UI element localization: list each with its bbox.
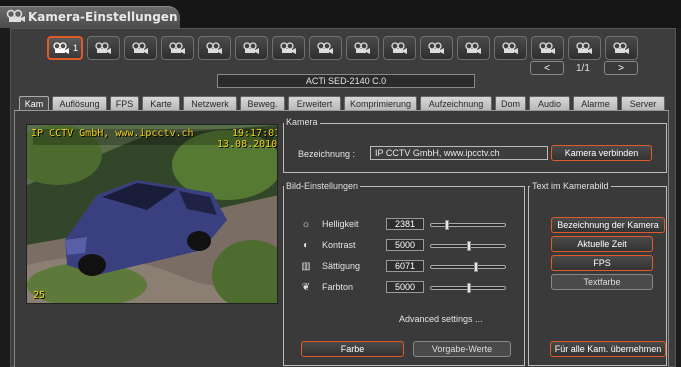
camera-icon <box>168 42 185 54</box>
video-preview: IP CCTV GmbH, www.ipcctv.ch 19:17:01 13.… <box>26 124 278 304</box>
camera-icon <box>390 42 407 54</box>
camera-icon <box>464 42 481 54</box>
name-label: Bezeichnung : <box>298 149 356 159</box>
setting-slider[interactable] <box>430 220 506 230</box>
camera-icon <box>242 42 259 54</box>
camera-button[interactable] <box>568 36 601 60</box>
camera-settings-icon <box>6 9 25 22</box>
camera-number: 1 <box>72 43 78 53</box>
brightness-icon: ☼ <box>301 218 311 230</box>
slider-thumb[interactable] <box>467 283 471 293</box>
current-time-toggle[interactable]: Aktuelle Zeit <box>551 236 653 252</box>
camera-icon <box>427 42 444 54</box>
name-input[interactable]: IP CCTV GmbH, www.ipcctv.ch <box>370 146 548 160</box>
setting-slider[interactable] <box>430 241 506 251</box>
camera-button[interactable] <box>346 36 379 60</box>
camera-button[interactable] <box>605 36 638 60</box>
camera-button[interactable] <box>198 36 231 60</box>
camera-button[interactable] <box>420 36 453 60</box>
camera-button[interactable] <box>124 36 157 60</box>
camera-icon <box>279 42 296 54</box>
camera-button-active[interactable]: 1 <box>47 36 83 60</box>
next-page-button[interactable]: > <box>604 61 638 75</box>
camera-model: ACTi SED-2140 C.0 <box>217 74 475 88</box>
tab-12[interactable]: Server <box>621 96 665 110</box>
contrast-icon: ◐ <box>302 239 310 251</box>
slider-thumb[interactable] <box>467 241 471 251</box>
color-button[interactable]: Farbe <box>301 341 404 357</box>
tab-11[interactable]: Alarme <box>573 96 618 110</box>
window-title: Kamera-Einstellungen <box>28 10 178 24</box>
camera-icon <box>131 42 148 54</box>
setting-value[interactable]: 2381 <box>386 218 424 230</box>
camera-button[interactable] <box>383 36 416 60</box>
tab-3[interactable]: Karte <box>142 96 180 110</box>
setting-label: Farbton <box>322 282 354 292</box>
tab-2[interactable]: FPS <box>110 96 139 110</box>
setting-value[interactable]: 5000 <box>386 281 424 293</box>
camera-button[interactable] <box>494 36 527 60</box>
text-overlay-group-label: Text im Kamerabild <box>530 181 611 191</box>
tab-7[interactable]: Komprimierung <box>344 96 417 110</box>
tab-10[interactable]: Audio <box>529 96 570 110</box>
osd-text: IP CCTV GmbH, www.ipcctv.ch <box>31 128 194 139</box>
kamera-group-label: Kamera <box>284 117 320 127</box>
camera-button[interactable] <box>161 36 194 60</box>
saturation-icon: ▥ <box>301 260 311 272</box>
camera-icon <box>501 42 518 54</box>
text-color-button[interactable]: Textfarbe <box>551 274 653 290</box>
osd-fps: 25 <box>33 290 46 301</box>
camera-button[interactable] <box>272 36 305 60</box>
camera-icon <box>612 42 629 54</box>
camera-selector: 1 <box>47 36 647 62</box>
camera-icon <box>94 42 111 54</box>
advanced-settings-link[interactable]: Advanced settings ... <box>399 314 483 324</box>
camera-icon <box>353 42 370 54</box>
setting-label: Helligkeit <box>322 219 359 229</box>
tab-9[interactable]: Dom <box>495 96 526 110</box>
tab-6[interactable]: Erweitert <box>288 96 341 110</box>
fps-toggle[interactable]: FPS <box>551 255 653 271</box>
camera-icon <box>575 42 592 54</box>
setting-label: Kontrast <box>322 240 356 250</box>
tab-1[interactable]: Auflösung <box>52 96 107 110</box>
setting-value[interactable]: 5000 <box>386 239 424 251</box>
setting-value[interactable]: 6071 <box>386 260 424 272</box>
camera-button[interactable] <box>531 36 564 60</box>
camera-icon <box>205 42 222 54</box>
page-indicator: 1/1 <box>576 63 590 74</box>
camera-icon <box>538 42 555 54</box>
camera-button[interactable] <box>235 36 268 60</box>
default-values-button[interactable]: Vorgabe-Werte <box>413 341 511 357</box>
setting-label: Sättigung <box>322 261 361 271</box>
camera-button[interactable] <box>309 36 342 60</box>
connect-camera-button[interactable]: Kamera verbinden <box>551 145 652 161</box>
camera-icon <box>53 42 69 54</box>
apply-all-cameras-button[interactable]: Für alle Kam. übernehmen <box>550 341 666 357</box>
camera-button[interactable] <box>87 36 120 60</box>
slider-thumb[interactable] <box>445 220 449 230</box>
camera-button[interactable] <box>457 36 490 60</box>
prev-page-button[interactable]: < <box>530 61 564 75</box>
tab-8[interactable]: Aufzeichnung <box>420 96 492 110</box>
camera-icon <box>316 42 333 54</box>
hue-icon: ❦ <box>301 281 311 293</box>
camera-image <box>27 125 277 303</box>
setting-slider[interactable] <box>430 283 506 293</box>
tab-5[interactable]: Beweg. <box>240 96 285 110</box>
bild-group <box>283 186 525 366</box>
tab-0[interactable]: Kam <box>19 96 49 111</box>
tab-4[interactable]: Netzwerk <box>183 96 237 110</box>
osd-time: 19:17:01 <box>232 128 278 139</box>
camera-name-toggle[interactable]: Bezeichnung der Kamera <box>551 217 665 233</box>
setting-slider[interactable] <box>430 262 506 272</box>
bild-group-label: Bild-Einstellungen <box>284 181 361 191</box>
slider-thumb[interactable] <box>474 262 478 272</box>
osd-date: 13.08.2010 <box>217 139 278 150</box>
